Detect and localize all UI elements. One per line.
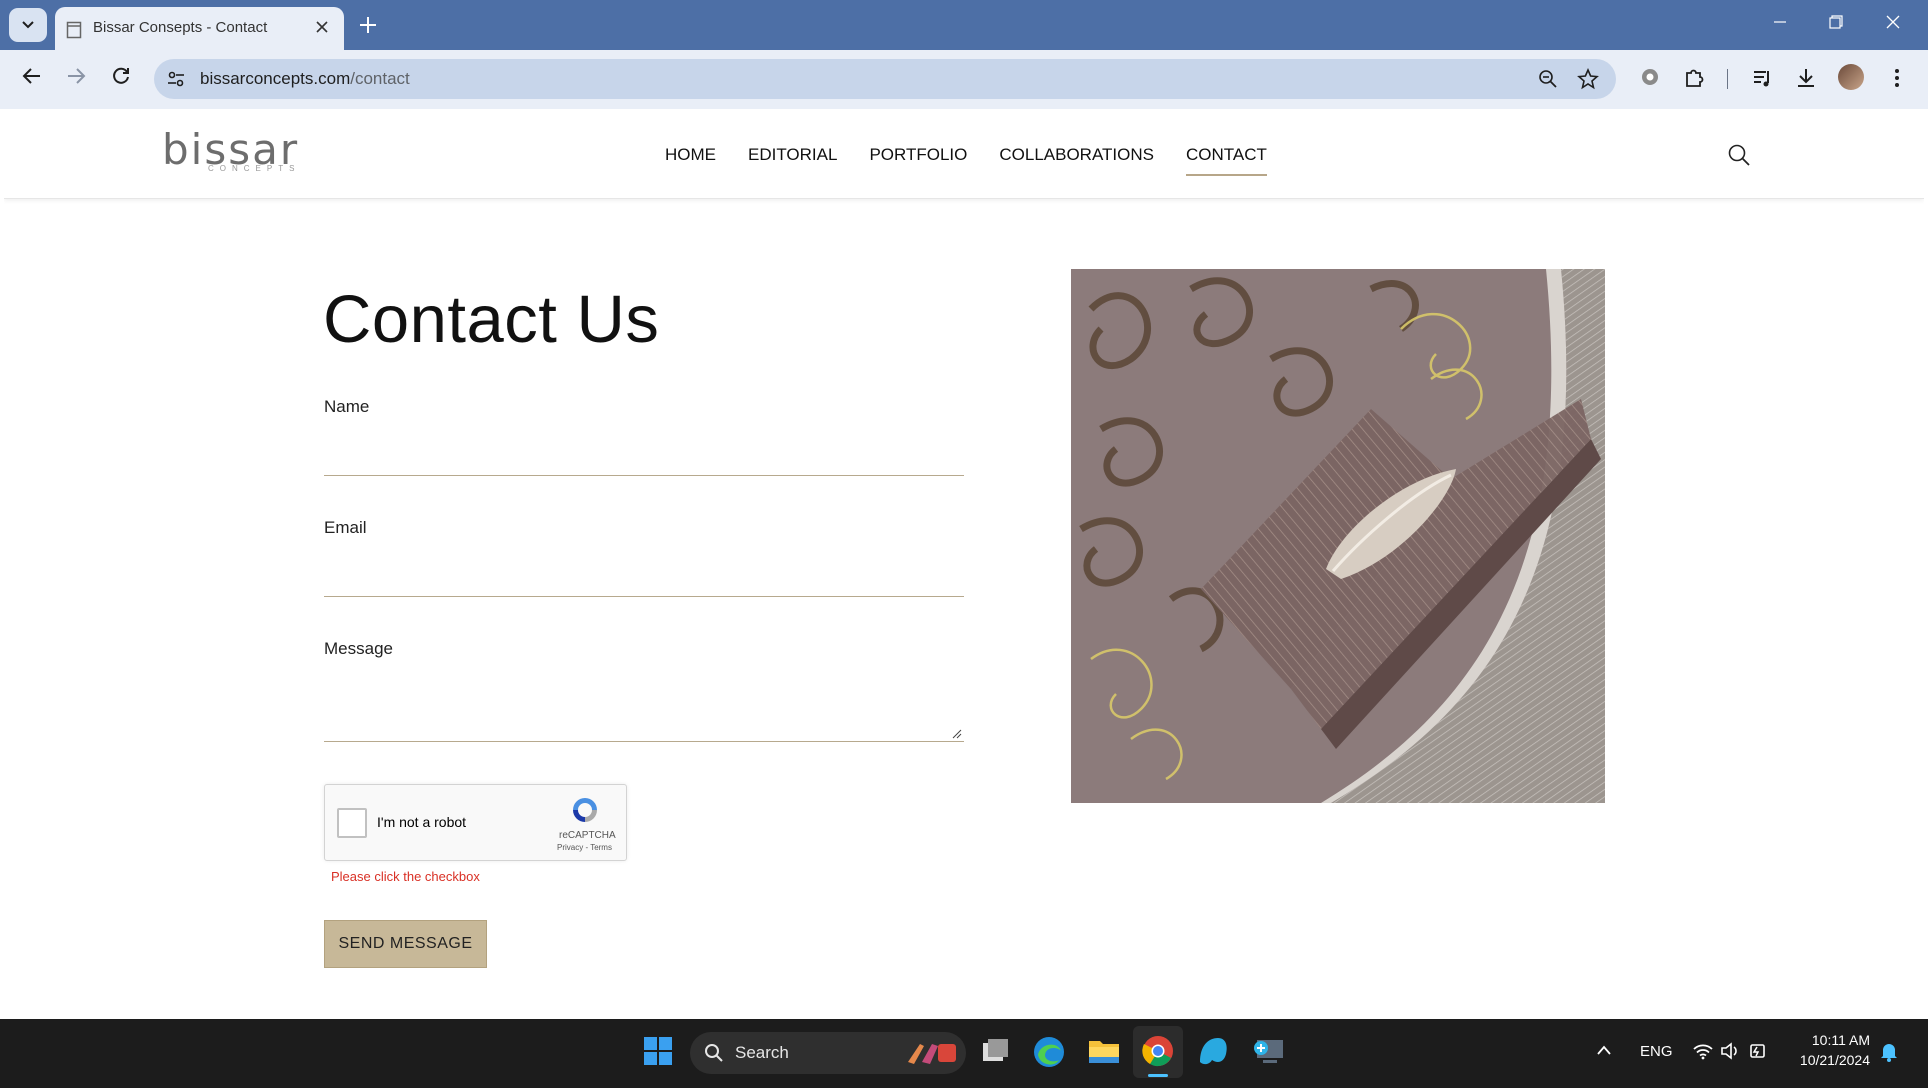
message-textarea[interactable]: [324, 667, 964, 739]
page-title: Contact Us: [323, 282, 660, 357]
logo-wordmark: bissar: [162, 125, 300, 174]
message-underline: [324, 741, 964, 742]
recaptcha-checkbox[interactable]: [337, 808, 367, 838]
minimize-icon[interactable]: [1772, 14, 1788, 30]
send-message-button[interactable]: SEND MESSAGE: [324, 920, 487, 968]
main-nav: HOME EDITORIAL PORTFOLIO COLLABORATIONS …: [665, 145, 1299, 176]
edge-browser-icon[interactable]: [1032, 1035, 1066, 1069]
show-hidden-icons-icon[interactable]: [1596, 1044, 1612, 1056]
tab-search-button[interactable]: [9, 8, 47, 42]
reload-icon[interactable]: [110, 65, 132, 87]
taskbar-clock[interactable]: 10:11 AM 10/21/2024: [1790, 1030, 1870, 1070]
search-highlight-icon: [908, 1044, 956, 1064]
nav-home[interactable]: HOME: [665, 145, 716, 165]
restore-icon[interactable]: [1828, 14, 1844, 30]
email-label: Email: [324, 518, 367, 537]
site-logo[interactable]: bissar CONCEPTS: [162, 125, 301, 174]
name-input[interactable]: [324, 425, 964, 465]
chrome-active-indicator: [1148, 1074, 1168, 1077]
back-icon[interactable]: [21, 65, 43, 87]
site-header: bissar CONCEPTS HOME EDITORIAL PORTFOLIO…: [4, 109, 1924, 199]
taskbar-search-label: Search: [735, 1043, 789, 1062]
new-tab-icon[interactable]: [357, 14, 379, 36]
notification-bell-icon[interactable]: [1880, 1042, 1898, 1062]
recaptcha-brand: reCAPTCHA: [559, 830, 616, 841]
recaptcha-error: Please click the checkbox: [331, 869, 480, 884]
bookmark-star-icon[interactable]: [1577, 68, 1599, 90]
profile-avatar[interactable]: [1838, 64, 1864, 90]
search-icon: [705, 1044, 723, 1062]
windows-taskbar: Search ENG 10:11 AM 10/21/2024: [0, 1019, 1928, 1088]
language-indicator[interactable]: ENG: [1640, 1043, 1673, 1060]
page-icon: [66, 21, 82, 39]
nav-collaborations[interactable]: COLLABORATIONS: [999, 145, 1154, 165]
close-tab-icon[interactable]: [314, 19, 330, 35]
extensions-puzzle-icon[interactable]: [1683, 67, 1705, 89]
chevron-down-icon: [22, 21, 34, 29]
windows-start-icon[interactable]: [643, 1036, 673, 1066]
media-controls-icon[interactable]: [1752, 67, 1774, 89]
recaptcha-logo-icon: [573, 798, 597, 822]
volume-icon[interactable]: [1720, 1042, 1742, 1060]
message-label: Message: [324, 639, 393, 658]
email-underline: [324, 596, 964, 597]
browser-tabstrip: Bissar Consepts - Contact: [0, 0, 1928, 50]
task-view-icon[interactable]: [979, 1035, 1011, 1067]
url-text: bissarconcepts.com/contact: [200, 69, 410, 89]
site-info-icon[interactable]: [166, 69, 186, 89]
recaptcha-privacy-terms[interactable]: Privacy - Terms: [557, 843, 612, 852]
file-explorer-icon[interactable]: [1087, 1035, 1121, 1067]
name-label: Name: [324, 397, 370, 416]
textarea-resize-icon[interactable]: [952, 729, 962, 739]
tab-title: Bissar Consepts - Contact: [93, 19, 268, 36]
battery-icon[interactable]: [1748, 1040, 1770, 1062]
app-icon-blue[interactable]: [1196, 1034, 1230, 1068]
browser-tab-active[interactable]: Bissar Consepts - Contact: [55, 7, 344, 50]
close-window-icon[interactable]: [1885, 14, 1901, 30]
more-menu-icon[interactable]: [1887, 67, 1907, 89]
chrome-icon[interactable]: [1141, 1034, 1175, 1068]
email-input[interactable]: [324, 546, 964, 586]
nav-editorial[interactable]: EDITORIAL: [748, 145, 837, 165]
forward-icon[interactable]: [65, 65, 87, 87]
url-domain: bissarconcepts.com: [200, 69, 351, 88]
download-icon[interactable]: [1795, 67, 1817, 89]
wifi-icon[interactable]: [1692, 1042, 1714, 1060]
name-underline: [324, 475, 964, 476]
url-path: /contact: [350, 69, 410, 88]
web-page: bissar CONCEPTS HOME EDITORIAL PORTFOLIO…: [4, 109, 1924, 1019]
clock-time: 10:11 AM: [1811, 1032, 1870, 1048]
recaptcha-widget: I'm not a robot reCAPTCHA Privacy - Term…: [324, 784, 627, 861]
address-bar[interactable]: bissarconcepts.com/contact: [154, 59, 1616, 99]
zoom-out-icon[interactable]: [1538, 69, 1558, 89]
browser-toolbar: bissarconcepts.com/contact: [0, 50, 1928, 109]
remote-desktop-icon[interactable]: [1251, 1034, 1285, 1068]
sofa-rug-photo: [1071, 269, 1605, 803]
toolbar-divider: [1727, 69, 1728, 89]
clock-date: 10/21/2024: [1799, 1052, 1870, 1068]
logo-subtitle: CONCEPTS: [208, 164, 301, 173]
extension-record-icon[interactable]: [1640, 67, 1660, 87]
search-icon[interactable]: [1727, 143, 1751, 167]
taskbar-search[interactable]: Search: [690, 1032, 966, 1074]
nav-contact[interactable]: CONTACT: [1186, 145, 1267, 176]
recaptcha-label: I'm not a robot: [377, 814, 467, 830]
nav-portfolio[interactable]: PORTFOLIO: [869, 145, 967, 165]
